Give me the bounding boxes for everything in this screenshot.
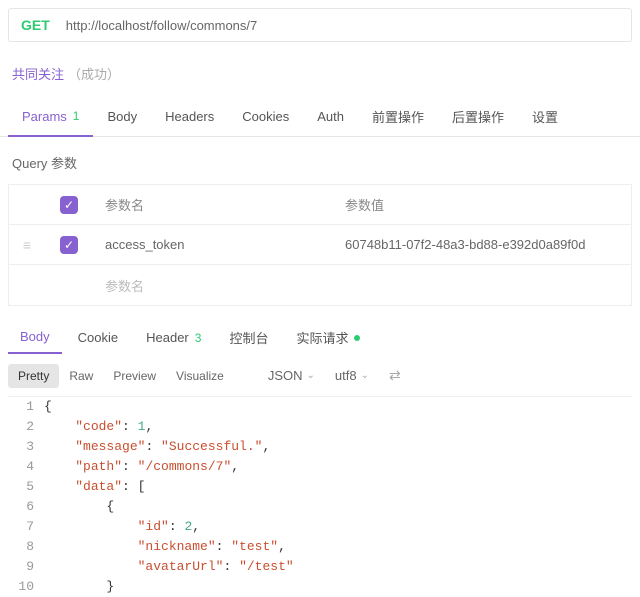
param-name-input[interactable]: access_token <box>93 229 333 260</box>
view-mode-pretty[interactable]: Pretty <box>8 364 59 388</box>
tab-后置操作[interactable]: 后置操作 <box>438 97 518 136</box>
code-line: 1{ <box>8 397 632 417</box>
response-tabs: BodyCookieHeader3控制台实际请求 <box>0 306 640 355</box>
response-body-viewer[interactable]: 1{2 "code": 1,3 "message": "Successful."… <box>8 396 632 597</box>
viewer-toolbar: PrettyRawPreviewVisualize JSON⌄ utf8⌄ ⇄ <box>0 355 640 396</box>
code-line: 2 "code": 1, <box>8 417 632 437</box>
response-tab-cookie[interactable]: Cookie <box>66 322 130 353</box>
drag-handle-icon[interactable]: ≡ <box>23 237 31 253</box>
api-title: 共同关注 （成功） <box>0 50 640 97</box>
tab-设置[interactable]: 设置 <box>518 97 572 136</box>
view-mode-visualize[interactable]: Visualize <box>166 364 234 388</box>
code-line: 3 "message": "Successful.", <box>8 437 632 457</box>
code-line: 7 "id": 2, <box>8 517 632 537</box>
params-header-row: ✓ 参数名 参数值 <box>9 185 631 225</box>
format-select[interactable]: JSON⌄ <box>262 368 321 383</box>
wrap-toggle-icon[interactable]: ⇄ <box>383 365 407 386</box>
query-params-label: Query 参数 <box>0 137 640 184</box>
param-name-placeholder[interactable]: 参数名 <box>93 268 333 303</box>
tab-badge: 3 <box>195 331 202 345</box>
params-header-value: 参数值 <box>333 187 631 222</box>
response-tab-body[interactable]: Body <box>8 321 62 354</box>
code-line: 6 { <box>8 497 632 517</box>
select-all-checkbox[interactable]: ✓ <box>60 196 78 214</box>
code-line: 8 "nickname": "test", <box>8 537 632 557</box>
tab-前置操作[interactable]: 前置操作 <box>358 97 438 136</box>
response-tab-实际请求[interactable]: 实际请求 <box>284 320 372 355</box>
request-bar: GET http://localhost/follow/commons/7 <box>8 8 632 42</box>
param-checkbox[interactable]: ✓ <box>60 236 78 254</box>
view-mode-preview[interactable]: Preview <box>103 364 166 388</box>
params-table: ✓ 参数名 参数值 ≡ ✓ access_token 60748b11-07f2… <box>8 184 632 306</box>
http-method[interactable]: GET <box>21 17 50 33</box>
param-value-input[interactable]: 60748b11-07f2-48a3-bd88-e392d0a89f0d <box>333 229 631 260</box>
request-tabs: Params1BodyHeadersCookiesAuth前置操作后置操作设置 <box>0 97 640 137</box>
request-url[interactable]: http://localhost/follow/commons/7 <box>66 18 257 33</box>
encoding-select[interactable]: utf8⌄ <box>329 368 375 383</box>
tab-body[interactable]: Body <box>93 97 151 136</box>
tab-badge: 1 <box>73 109 80 123</box>
response-tab-控制台[interactable]: 控制台 <box>217 320 280 355</box>
tab-cookies[interactable]: Cookies <box>228 97 303 136</box>
chevron-down-icon: ⌄ <box>361 370 369 381</box>
response-tab-header[interactable]: Header3 <box>134 322 213 353</box>
code-line: 9 "avatarUrl": "/test" <box>8 557 632 577</box>
code-line: 5 "data": [ <box>8 477 632 497</box>
indicator-dot-icon <box>354 335 360 341</box>
param-row-empty: 参数名 <box>9 265 631 305</box>
tab-params[interactable]: Params1 <box>8 97 93 137</box>
code-line: 4 "path": "/commons/7", <box>8 457 632 477</box>
chevron-down-icon: ⌄ <box>307 370 315 381</box>
tab-auth[interactable]: Auth <box>303 97 358 136</box>
view-mode-raw[interactable]: Raw <box>59 364 103 388</box>
param-row: ≡ ✓ access_token 60748b11-07f2-48a3-bd88… <box>9 225 631 265</box>
api-status-hint: （成功） <box>68 67 120 82</box>
code-line: 10 } <box>8 577 632 597</box>
api-name: 共同关注 <box>12 67 64 82</box>
params-header-name: 参数名 <box>93 187 333 222</box>
tab-headers[interactable]: Headers <box>151 97 228 136</box>
